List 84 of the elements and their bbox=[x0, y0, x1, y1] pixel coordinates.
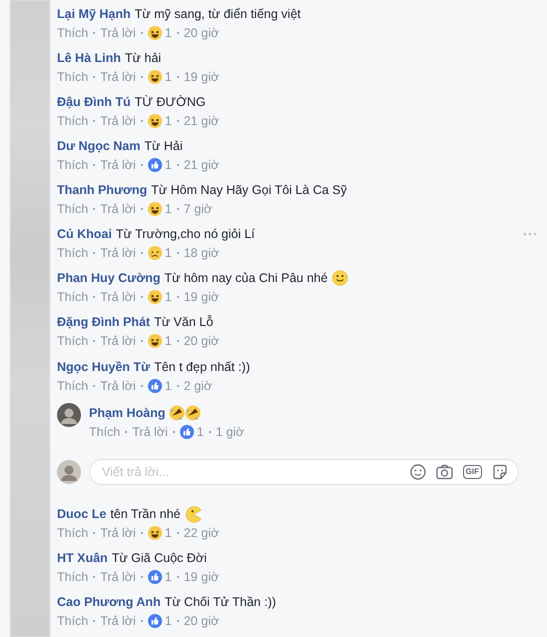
user-avatar bbox=[57, 460, 81, 484]
commenter-name[interactable]: Lê Hà Linh bbox=[57, 50, 121, 65]
comment-text: TỪ ĐƯỜNG bbox=[134, 94, 206, 109]
reaction-count: 1 bbox=[164, 526, 172, 540]
reply-link[interactable]: Trả lời bbox=[100, 290, 136, 304]
timestamp: 2 giờ bbox=[184, 378, 212, 392]
timestamp: 22 giờ bbox=[184, 526, 220, 540]
comment-text: Từ Hải bbox=[144, 138, 183, 153]
reply-link[interactable]: Trả lời bbox=[100, 334, 136, 348]
comment-text: Từ Chối Tử Thần :)) bbox=[164, 595, 276, 610]
commenter-name[interactable]: Đậu Đình Tú bbox=[57, 94, 131, 109]
timestamp: 20 giờ bbox=[184, 334, 220, 348]
commenter-name[interactable]: Lại Mỹ Hạnh bbox=[57, 6, 131, 20]
reaction-count: 1 bbox=[164, 158, 172, 172]
smiley-icon[interactable] bbox=[410, 464, 426, 480]
like-link[interactable]: Thích bbox=[57, 26, 88, 40]
timestamp: 19 giờ bbox=[184, 70, 220, 84]
like-link[interactable]: Thích bbox=[57, 202, 88, 216]
comment-text: Từ mỹ sang, từ điển tiếng việt bbox=[134, 6, 301, 20]
commenter-name[interactable]: HT Xuân bbox=[57, 551, 108, 566]
reaction-count: 1 bbox=[164, 246, 172, 260]
reply-link[interactable]: Trả lời bbox=[100, 114, 136, 128]
reaction-count: 1 bbox=[164, 202, 172, 216]
timestamp: 1 giờ bbox=[216, 424, 244, 439]
reply-link[interactable]: Trả lời bbox=[100, 526, 136, 540]
reaction-count: 1 bbox=[164, 570, 172, 584]
reaction-count: 1 bbox=[164, 614, 172, 628]
like-link[interactable]: Thích bbox=[57, 378, 88, 392]
like-link[interactable]: Thích bbox=[57, 614, 88, 628]
commenter-name[interactable]: Duoc Le bbox=[57, 507, 106, 522]
reply-link[interactable]: Trả lời bbox=[132, 424, 168, 439]
commenter-name[interactable]: Đặng Đình Phát bbox=[57, 315, 150, 330]
comment-text: Từ Giã Cuộc Đời bbox=[112, 551, 207, 566]
reaction-count: 1 bbox=[164, 70, 172, 84]
reply-field[interactable]: Viết trả lời... GIF bbox=[89, 459, 519, 486]
commenter-name[interactable]: Phạm Hoàng bbox=[89, 406, 166, 420]
sticker-icon[interactable] bbox=[492, 464, 508, 480]
reply-link[interactable]: Trả lời bbox=[100, 26, 136, 40]
camera-icon[interactable] bbox=[436, 464, 453, 480]
commenter-name[interactable]: Dư Ngọc Nam bbox=[57, 138, 140, 153]
reply-link[interactable]: Trả lời bbox=[100, 202, 136, 216]
timestamp: 7 giờ bbox=[184, 202, 212, 216]
timestamp: 19 giờ bbox=[184, 290, 220, 304]
reply-link[interactable]: Trả lời bbox=[100, 158, 136, 172]
like-link[interactable]: Thích bbox=[57, 246, 88, 260]
commenter-name[interactable]: Thanh Phương bbox=[57, 183, 148, 197]
commenter-name[interactable]: Phan Huy Cường bbox=[57, 271, 160, 286]
reply-link[interactable]: Trả lời bbox=[100, 378, 136, 392]
like-link[interactable]: Thích bbox=[57, 334, 88, 348]
reaction-count: 1 bbox=[164, 26, 172, 40]
comment-text: Từ hải bbox=[124, 50, 162, 65]
like-link[interactable]: Thích bbox=[89, 424, 120, 439]
reaction-count: 1 bbox=[164, 334, 172, 348]
comment-text: tên Trần nhé bbox=[110, 507, 181, 522]
like-link[interactable]: Thích bbox=[57, 70, 88, 84]
like-link[interactable]: Thích bbox=[57, 114, 88, 128]
timestamp: 19 giờ bbox=[184, 570, 220, 584]
user-avatar bbox=[57, 403, 81, 428]
like-link[interactable]: Thích bbox=[57, 570, 88, 584]
reaction-count: 1 bbox=[164, 290, 172, 304]
like-link[interactable]: Thích bbox=[57, 526, 88, 540]
comment-text: Từ Văn Lỗ bbox=[154, 315, 214, 330]
timestamp: 21 giờ bbox=[184, 114, 220, 128]
like-link[interactable]: Thích bbox=[57, 158, 88, 172]
like-link[interactable]: Thích bbox=[57, 290, 88, 304]
comment-text: Tên t đẹp nhất :)) bbox=[154, 360, 250, 374]
timestamp: 20 giờ bbox=[184, 614, 220, 628]
comment-text: Từ hôm nay của Chi Pâu nhé bbox=[164, 271, 328, 286]
commenter-name[interactable]: Củ Khoai bbox=[57, 227, 112, 242]
comment-text: Từ Hôm Nay Hãy Gọi Tôi Là Ca Sỹ bbox=[151, 183, 347, 197]
gif-button[interactable]: GIF bbox=[462, 465, 482, 480]
timestamp: 20 giờ bbox=[184, 26, 220, 40]
reply-link[interactable]: Trả lời bbox=[100, 570, 136, 584]
reaction-count: 1 bbox=[164, 114, 172, 128]
commenter-name[interactable]: Cao Phương Anh bbox=[57, 595, 161, 610]
reaction-count: 1 bbox=[164, 378, 172, 392]
timestamp: 18 giờ bbox=[184, 246, 220, 260]
reply-link[interactable]: Trả lời bbox=[100, 70, 136, 84]
reply-link[interactable]: Trả lời bbox=[100, 614, 136, 628]
reply-link[interactable]: Trả lời bbox=[100, 246, 136, 260]
comment-text: Từ Trường,cho nó giỏi Lí bbox=[116, 227, 255, 242]
reaction-count: 1 bbox=[196, 424, 204, 439]
commenter-name[interactable]: Ngọc Huyền Từ bbox=[57, 360, 150, 374]
timestamp: 21 giờ bbox=[184, 158, 220, 172]
